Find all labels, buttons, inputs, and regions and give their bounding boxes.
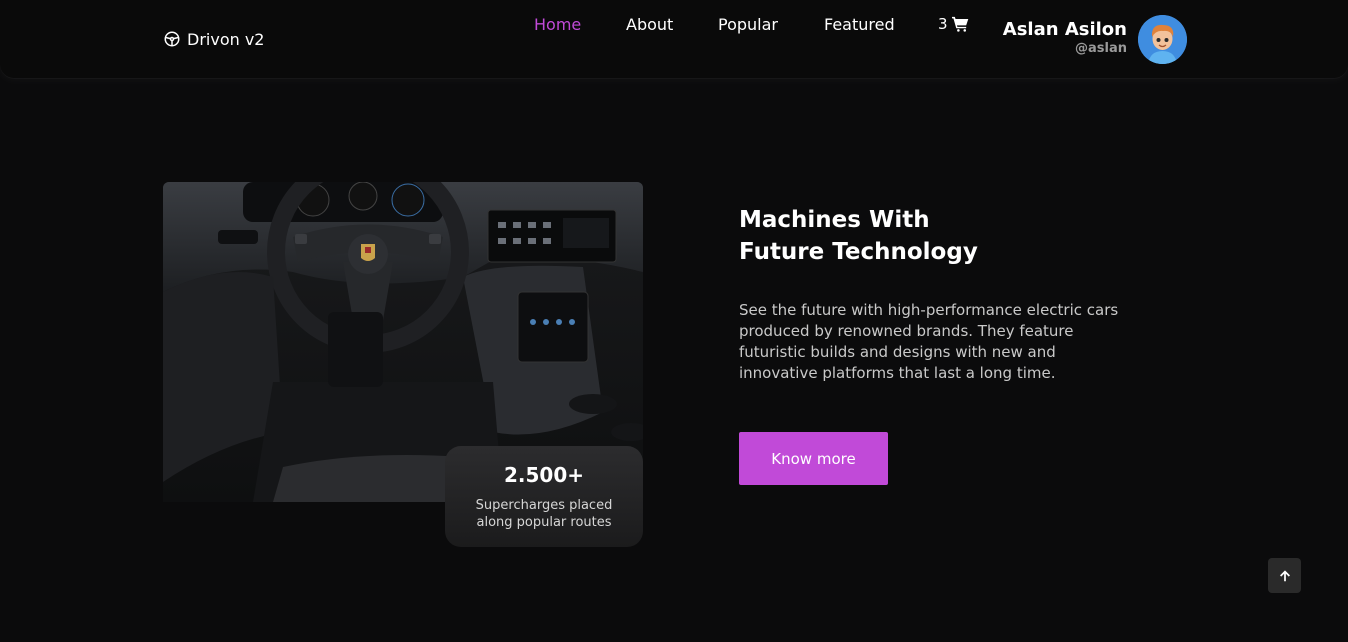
stat-number: 2.500+ xyxy=(503,463,585,487)
steering-wheel-icon xyxy=(164,31,180,47)
nav-popular[interactable]: Popular xyxy=(718,15,778,34)
brand-logo[interactable]: Drivon v2 xyxy=(163,29,264,49)
hero-description: See the future with high-performance ele… xyxy=(739,301,1119,382)
scroll-to-top-button[interactable] xyxy=(1268,558,1301,593)
hero-title-line2: Future Technology xyxy=(739,239,978,265)
nav-home[interactable]: Home xyxy=(534,15,581,34)
stat-label: Supercharges placed along popular routes xyxy=(475,498,613,530)
avatar[interactable] xyxy=(1138,15,1187,64)
user-handle: @aslan xyxy=(1075,41,1127,56)
hero-title-line1: Machines With xyxy=(739,207,930,233)
cart-count: 3 xyxy=(938,15,948,33)
site-header: Drivon v2 Home About Popular Featured 3 … xyxy=(0,0,1348,78)
user-info[interactable]: Aslan Asilon @aslan xyxy=(1003,19,1127,57)
stat-card: 2.500+ Supercharges placed along popular… xyxy=(445,446,643,547)
nav-about[interactable]: About xyxy=(626,15,673,34)
cart-icon xyxy=(951,16,968,32)
know-more-button[interactable]: Know more xyxy=(739,432,888,485)
brand-name: Drivon v2 xyxy=(187,29,265,49)
user-name: Aslan Asilon xyxy=(1002,19,1127,40)
nav-featured[interactable]: Featured xyxy=(824,15,895,34)
arrow-up-icon xyxy=(1279,569,1290,581)
hero-title: Machines With Future Technology xyxy=(739,204,1159,268)
cart-button[interactable]: 3 xyxy=(938,15,969,33)
avatar-image xyxy=(1138,15,1187,64)
